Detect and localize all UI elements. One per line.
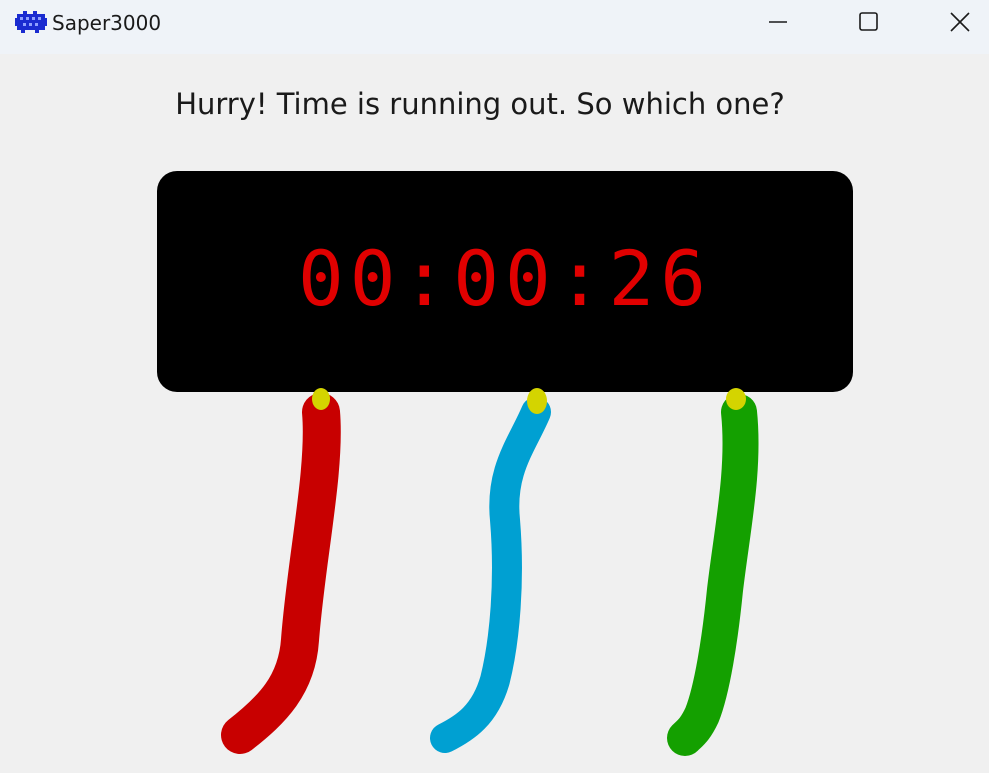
wires-area xyxy=(221,388,759,756)
red-wire-terminal xyxy=(312,388,330,410)
blue-wire[interactable] xyxy=(430,388,551,753)
green-wire[interactable] xyxy=(667,388,759,756)
game-window: Saper3000 Hurry! Time is running out. So… xyxy=(0,0,989,773)
green-wire-terminal xyxy=(726,388,746,410)
red-wire[interactable] xyxy=(221,388,341,754)
blue-wire-terminal xyxy=(527,388,547,414)
